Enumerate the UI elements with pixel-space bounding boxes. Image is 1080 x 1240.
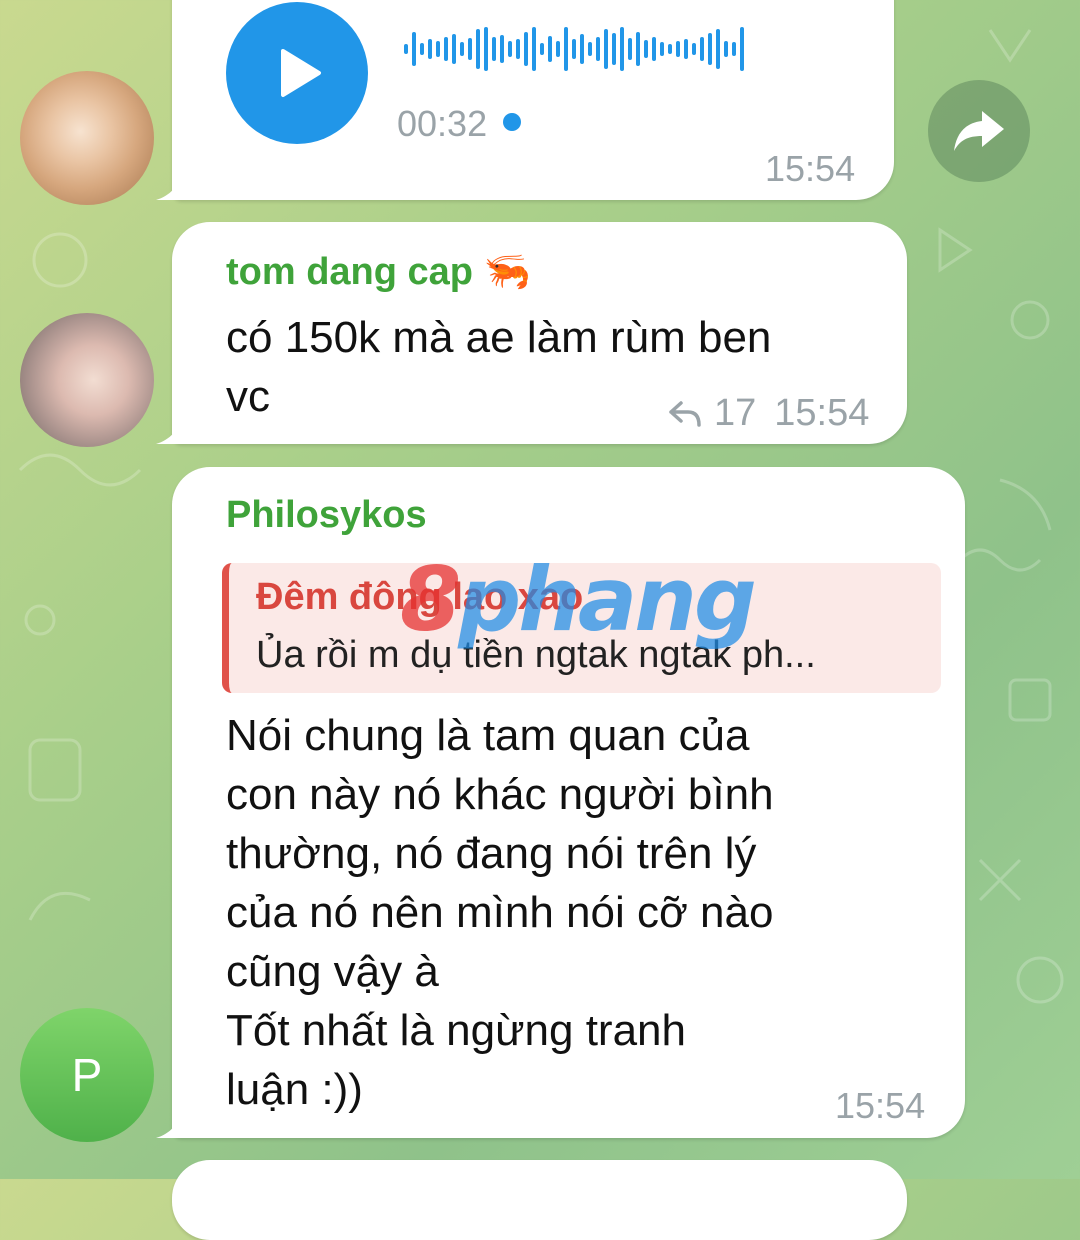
- waveform-bar: [660, 42, 664, 56]
- forward-button[interactable]: [928, 80, 1030, 182]
- waveform-bar: [596, 37, 600, 61]
- waveform-bar: [716, 29, 720, 69]
- avatar-initial: P: [71, 1049, 103, 1101]
- message-text-line: luận :)): [226, 1065, 363, 1114]
- waveform-bar: [724, 41, 728, 57]
- waveform-bar: [436, 41, 440, 57]
- sender-name[interactable]: tom dang cap 🦐: [226, 250, 531, 294]
- waveform-bar: [532, 27, 536, 71]
- waveform-bar: [684, 39, 688, 59]
- waveform-bar: [564, 27, 568, 71]
- unplayed-indicator: [503, 113, 521, 131]
- waveform-bar: [548, 36, 552, 62]
- waveform-bar: [676, 41, 680, 57]
- waveform-bar: [420, 43, 424, 55]
- waveform-bar: [524, 32, 528, 66]
- message-text-line: thường, nó đang nói trên lý: [226, 829, 757, 878]
- avatar[interactable]: P: [20, 1008, 154, 1142]
- audio-waveform[interactable]: [404, 22, 748, 76]
- waveform-bar: [444, 37, 448, 61]
- waveform-bar: [628, 38, 632, 60]
- forward-icon: [954, 111, 1004, 151]
- waveform-bar: [580, 34, 584, 64]
- reply-icon: [669, 400, 701, 427]
- waveform-bar: [652, 37, 656, 61]
- shrimp-emoji: 🦐: [483, 251, 531, 293]
- message-text-line: con này nó khác người bình: [226, 770, 774, 819]
- message-text-line: Nói chung là tam quan của: [226, 711, 750, 760]
- waveform-bar: [484, 27, 488, 71]
- waveform-bar: [476, 29, 480, 69]
- waveform-bar: [460, 42, 464, 56]
- waveform-bar: [700, 37, 704, 61]
- waveform-bar: [732, 42, 736, 56]
- waveform-bar: [588, 42, 592, 56]
- waveform-bar: [708, 33, 712, 65]
- avatar[interactable]: [20, 313, 154, 447]
- waveform-bar: [492, 37, 496, 61]
- waveform-bar: [428, 39, 432, 59]
- message-text-line: của nó nên mình nói cỡ nào: [226, 888, 774, 937]
- waveform-bar: [572, 39, 576, 59]
- waveform-bar: [668, 44, 672, 54]
- waveform-bar: [468, 38, 472, 60]
- message-time: 15:54: [765, 148, 856, 189]
- play-icon: [281, 49, 321, 97]
- waveform-bar: [540, 43, 544, 55]
- waveform-bar: [620, 27, 624, 71]
- quote-text: Ủa rồi m dụ tiền ngtak ngtak ph...: [256, 634, 816, 676]
- waveform-bar: [516, 39, 520, 59]
- message-time: 15:54: [774, 392, 870, 434]
- avatar[interactable]: [20, 71, 154, 205]
- message-text-line: Tốt nhất là ngừng tranh: [226, 1006, 686, 1055]
- waveform-bar: [500, 35, 504, 63]
- waveform-bar: [556, 41, 560, 57]
- waveform-bar: [604, 29, 608, 69]
- message-text-line: có 150k mà ae làm rùm ben: [226, 313, 772, 362]
- text-message-bubble[interactable]: [172, 1160, 907, 1240]
- reply-count: 17: [714, 392, 757, 434]
- message-text: Nói chung là tam quan của con này nó khá…: [226, 706, 774, 1119]
- message-text-line: cũng vậy à: [226, 947, 439, 996]
- waveform-bar: [644, 40, 648, 58]
- replies-link[interactable]: 17 15:54: [668, 392, 869, 435]
- message-time: 15:54: [835, 1085, 926, 1126]
- play-button[interactable]: [226, 2, 368, 144]
- waveform-bar: [612, 33, 616, 65]
- sender-name[interactable]: Philosykos: [226, 494, 427, 537]
- quote-author: Đêm đông lao xao: [256, 576, 584, 618]
- waveform-bar: [636, 32, 640, 66]
- waveform-bar: [740, 27, 744, 71]
- waveform-bar: [412, 32, 416, 66]
- sender-name-text: tom dang cap: [226, 251, 474, 293]
- waveform-bar: [404, 44, 408, 54]
- waveform-bar: [692, 43, 696, 55]
- voice-duration: 00:32: [397, 103, 488, 144]
- waveform-bar: [508, 41, 512, 57]
- waveform-bar: [452, 34, 456, 64]
